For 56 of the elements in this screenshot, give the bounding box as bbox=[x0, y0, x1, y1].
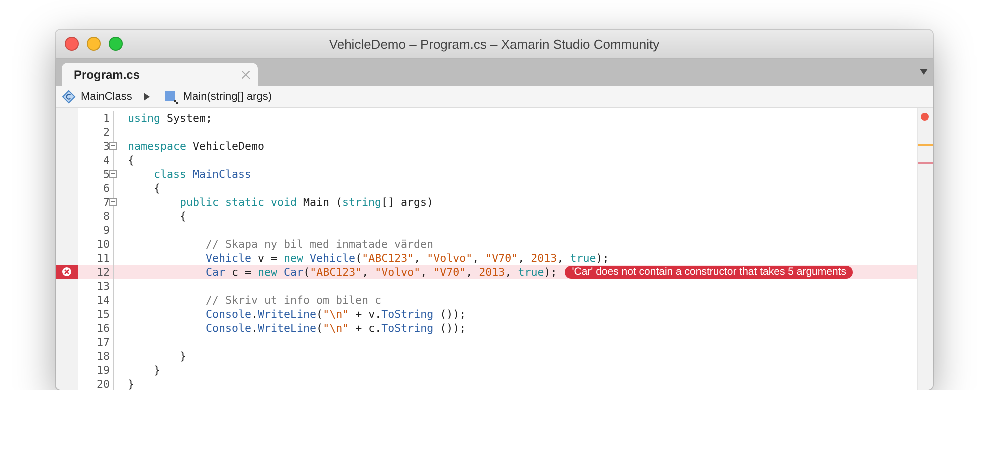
tab-label: Program.cs bbox=[74, 68, 140, 82]
line-number: 18 bbox=[96, 350, 110, 362]
code-line: } bbox=[179, 350, 187, 362]
code-line: Console.WriteLine("\n" + c.ToString ()); bbox=[205, 322, 466, 334]
code-line: using System; bbox=[128, 112, 213, 124]
error-marker bbox=[918, 162, 933, 164]
fold-toggle-icon[interactable] bbox=[109, 198, 117, 206]
line-number: 4 bbox=[102, 154, 110, 166]
breadcrumb-item[interactable]: Main(string[] args) bbox=[164, 90, 276, 104]
dropdown-caret-icon[interactable] bbox=[920, 69, 928, 75]
error-message: 'Car' does not contain a constructor that takes 5 arguments bbox=[565, 266, 854, 278]
fold-toggle-icon[interactable] bbox=[109, 142, 117, 150]
file-tab[interactable]: Program.cs bbox=[62, 63, 258, 86]
line-number: 2 bbox=[102, 126, 110, 138]
line-number: 8 bbox=[102, 210, 110, 222]
line-number: 1 bbox=[102, 112, 110, 124]
code-line: { bbox=[179, 210, 187, 222]
code-line: { bbox=[128, 154, 135, 166]
line-number: 15 bbox=[96, 308, 110, 320]
line-number: 14 bbox=[96, 294, 110, 306]
separator-arrow-icon bbox=[144, 92, 150, 100]
code-line: namespace VehicleDemo bbox=[128, 140, 265, 152]
close-button[interactable] bbox=[65, 37, 79, 51]
line-number: 11 bbox=[96, 252, 110, 264]
code-line: } bbox=[153, 364, 161, 376]
line-number: 19 bbox=[96, 364, 110, 376]
code-line: public static void Main (string[] args) bbox=[179, 196, 434, 208]
code-editor[interactable] bbox=[56, 108, 917, 390]
line-number: 16 bbox=[96, 322, 110, 334]
code-line: } bbox=[128, 378, 135, 390]
error-icon[interactable] bbox=[62, 267, 72, 277]
code-line: // Skapa ny bil med inmatade värden bbox=[205, 238, 434, 250]
code-line: Car c = new Car("ABC123", "Volvo", "V70", 2013, true); bbox=[205, 266, 558, 278]
line-number: 12 bbox=[96, 266, 110, 278]
breadcrumb-item[interactable]: MainClass bbox=[62, 90, 136, 104]
line-number: 10 bbox=[96, 238, 110, 250]
line-number: 17 bbox=[96, 336, 110, 348]
code-line: { bbox=[153, 182, 161, 194]
warning-marker bbox=[918, 144, 933, 146]
method-icon bbox=[164, 90, 178, 104]
fold-toggle-icon[interactable] bbox=[109, 170, 117, 178]
error-dot-icon bbox=[921, 113, 929, 121]
line-number: 7 bbox=[102, 196, 110, 208]
line-number: 20 bbox=[96, 378, 110, 390]
line-number: 6 bbox=[102, 182, 110, 194]
class-icon bbox=[62, 90, 76, 104]
zoom-button[interactable] bbox=[109, 37, 123, 51]
code-line: Console.WriteLine("\n" + v.ToString ()); bbox=[205, 308, 466, 320]
line-number: 5 bbox=[102, 168, 110, 180]
code-line: // Skriv ut info om bilen c bbox=[205, 294, 382, 306]
code-line: Vehicle v = new Vehicle("ABC123", "Volvo", "V70", 2013, true); bbox=[205, 252, 610, 264]
line-number: 13 bbox=[96, 280, 110, 292]
code-line: class MainClass bbox=[153, 168, 252, 180]
window-title: VehicleDemo – Program.cs – Xamarin Studio Community bbox=[328, 36, 661, 52]
line-number: 3 bbox=[102, 140, 110, 152]
line-number: 9 bbox=[102, 224, 110, 236]
